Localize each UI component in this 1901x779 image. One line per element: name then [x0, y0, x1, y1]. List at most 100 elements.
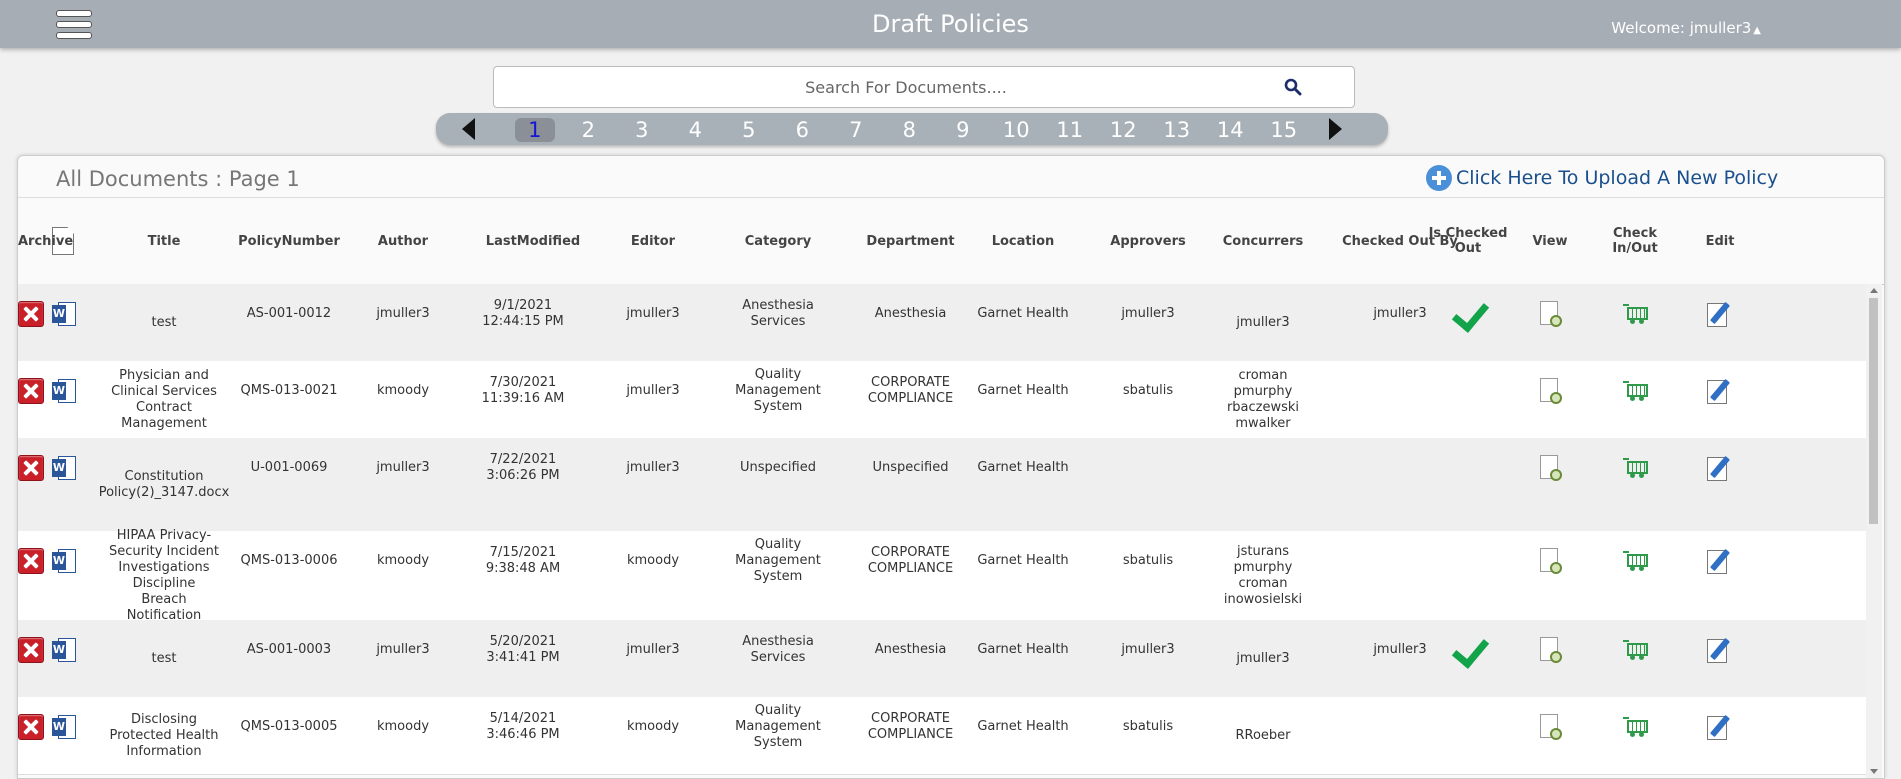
view-document-icon[interactable] — [1538, 455, 1562, 481]
word-document-icon[interactable]: W — [52, 638, 76, 662]
action-cell — [1595, 531, 1675, 591]
check-in-out-cart-icon[interactable] — [1623, 639, 1648, 661]
check-in-out-cart-icon[interactable] — [1623, 457, 1648, 479]
page-link[interactable]: 10 — [990, 113, 1044, 145]
prev-page-arrow-icon[interactable] — [462, 118, 475, 140]
page-link[interactable]: 14 — [1204, 113, 1258, 145]
column-header[interactable]: Check In/Out — [1595, 198, 1675, 284]
word-document-icon[interactable]: W — [52, 715, 76, 739]
scroll-thumb[interactable] — [1869, 298, 1878, 524]
vertical-scrollbar[interactable] — [1866, 284, 1882, 778]
cell-editor: jmuller3 — [626, 306, 680, 321]
table-row: W HIPAA Privacy-Security Incident Investi… — [18, 528, 1866, 623]
cell-policy: AS-001-0012 — [246, 306, 332, 321]
action-cell — [18, 361, 44, 421]
archive-delete-icon[interactable] — [18, 378, 44, 404]
cell-modified: 7/15/2021 9:38:48 AM — [485, 545, 561, 576]
column-header[interactable]: Approvers — [1093, 198, 1203, 284]
page-link[interactable]: 13 — [1150, 113, 1204, 145]
view-document-icon[interactable] — [1538, 378, 1562, 404]
column-header[interactable]: Location — [968, 198, 1078, 284]
word-document-icon[interactable]: W — [52, 549, 76, 573]
action-cell — [1510, 284, 1590, 344]
cell-title[interactable]: test — [108, 620, 220, 697]
user-menu[interactable]: Welcome: jmuller3 ▲ — [1611, 19, 1761, 37]
view-document-icon[interactable] — [1538, 301, 1562, 327]
cell-modified: 7/30/2021 11:39:16 AM — [481, 375, 565, 406]
archive-delete-icon[interactable] — [18, 714, 44, 740]
documents-panel: All Documents : Page 1 Click Here To Upl… — [17, 155, 1885, 779]
cell-is-checked-out — [1428, 361, 1508, 421]
search-input[interactable] — [514, 67, 1298, 107]
column-header[interactable]: Concurrers — [1213, 198, 1313, 284]
archive-delete-icon[interactable] — [18, 548, 44, 574]
cell-title[interactable]: test — [108, 284, 220, 361]
action-cell — [1680, 438, 1760, 498]
archive-delete-icon[interactable] — [18, 637, 44, 663]
cell-title[interactable]: Constitution Policy(2)_3147.docx — [99, 438, 230, 531]
page-link[interactable]: 1 — [508, 113, 562, 145]
page-link[interactable]: 3 — [615, 113, 669, 145]
cell-concurrers: RRoeber — [1235, 727, 1291, 743]
edit-document-icon[interactable] — [1707, 548, 1733, 574]
cell-title[interactable]: HIPAA Privacy-Security Incident Investig… — [108, 528, 220, 623]
scroll-up-icon[interactable] — [1870, 288, 1878, 293]
column-header[interactable]: Title — [108, 198, 220, 284]
upload-policy-label: Click Here To Upload A New Policy — [1456, 167, 1779, 189]
table-row: W Physician and Clinical Services Contrac… — [18, 361, 1866, 439]
column-header[interactable]: Is Checked Out — [1428, 198, 1508, 284]
page-link[interactable]: 4 — [669, 113, 723, 145]
column-header[interactable]: Editor — [613, 198, 693, 284]
page-link[interactable]: 7 — [829, 113, 883, 145]
page-link[interactable]: 9 — [936, 113, 990, 145]
cell-title[interactable]: Physician and Clinical Services Contract… — [108, 361, 220, 438]
page-link[interactable]: 2 — [562, 113, 616, 145]
action-cell — [1595, 361, 1675, 421]
check-in-out-cart-icon[interactable] — [1623, 550, 1648, 572]
cell-title[interactable]: Disclosing Protected Health Information — [108, 697, 220, 774]
top-bar: Draft Policies Welcome: jmuller3 ▲ — [0, 0, 1901, 48]
column-header[interactable]: Edit — [1680, 198, 1760, 284]
edit-document-icon[interactable] — [1707, 714, 1733, 740]
word-document-icon[interactable]: W — [52, 302, 76, 326]
column-header[interactable]: Author — [363, 198, 443, 284]
page-link[interactable]: 5 — [722, 113, 776, 145]
edit-document-icon[interactable] — [1707, 455, 1733, 481]
page-link[interactable]: 12 — [1097, 113, 1151, 145]
cell-modified: 5/14/2021 3:46:46 PM — [486, 711, 560, 742]
archive-delete-icon[interactable] — [18, 301, 44, 327]
upload-policy-link[interactable]: Click Here To Upload A New Policy — [1426, 164, 1778, 192]
column-header[interactable]: Archive — [18, 198, 73, 284]
column-header[interactable]: Department — [848, 198, 973, 284]
check-in-out-cart-icon[interactable] — [1623, 303, 1648, 325]
page-link[interactable]: 6 — [776, 113, 830, 145]
page-link[interactable]: 15 — [1257, 113, 1311, 145]
column-header[interactable]: View — [1510, 198, 1590, 284]
column-header[interactable]: LastModified — [473, 198, 593, 284]
page-link[interactable]: 8 — [883, 113, 937, 145]
word-document-icon[interactable]: W — [52, 456, 76, 480]
cell-policy: QMS-013-0006 — [240, 553, 338, 568]
cell-approvers — [1093, 438, 1203, 498]
page-link[interactable]: 11 — [1043, 113, 1097, 145]
column-header[interactable]: Category — [723, 198, 833, 284]
edit-document-icon[interactable] — [1707, 637, 1733, 663]
page-number: 6 — [795, 118, 809, 142]
column-header[interactable]: PolicyNumber — [233, 198, 345, 284]
action-cell — [18, 620, 44, 680]
archive-delete-icon[interactable] — [18, 455, 44, 481]
page-number: 5 — [742, 118, 756, 142]
word-document-icon[interactable]: W — [52, 379, 76, 403]
next-page-arrow-icon[interactable] — [1329, 118, 1342, 140]
search-icon[interactable] — [1284, 78, 1302, 96]
edit-document-icon[interactable] — [1707, 378, 1733, 404]
view-document-icon[interactable] — [1538, 637, 1562, 663]
welcome-text: Welcome: jmuller3 — [1611, 19, 1752, 37]
check-in-out-cart-icon[interactable] — [1623, 380, 1648, 402]
edit-document-icon[interactable] — [1707, 301, 1733, 327]
page-number: 1 — [514, 118, 555, 142]
scroll-down-icon[interactable] — [1870, 769, 1878, 774]
check-in-out-cart-icon[interactable] — [1623, 716, 1648, 738]
view-document-icon[interactable] — [1538, 714, 1562, 740]
view-document-icon[interactable] — [1538, 548, 1562, 574]
